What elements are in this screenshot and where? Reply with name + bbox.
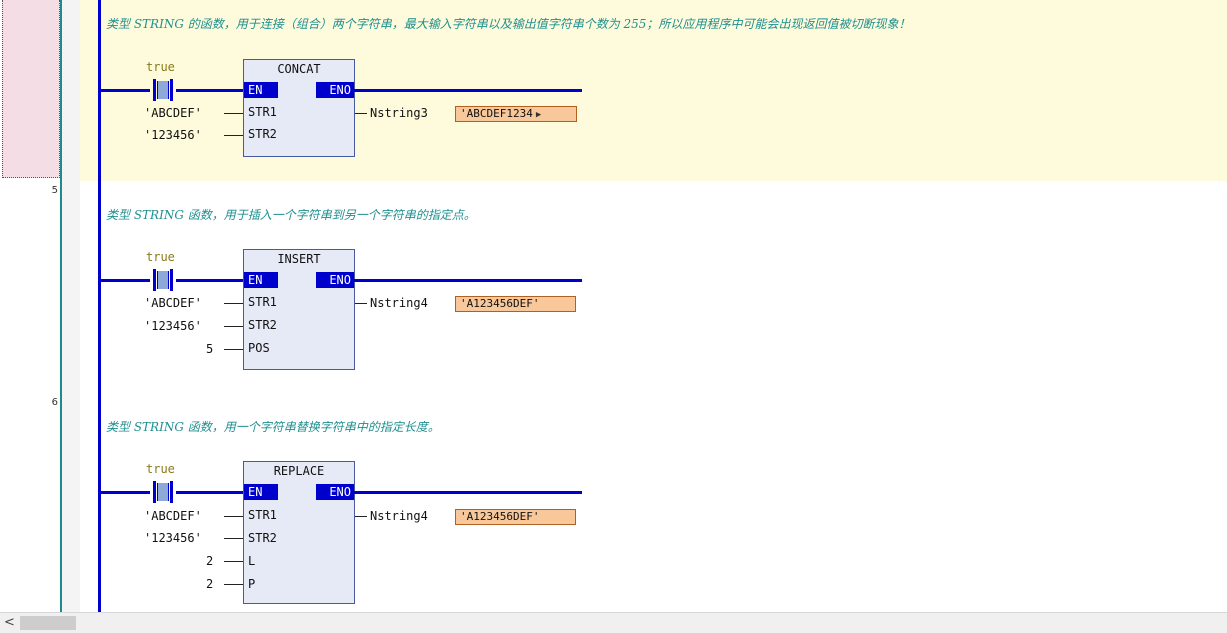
input-pin: STR2 <box>248 531 277 545</box>
power-wire <box>100 89 150 92</box>
online-value: 'ABCDEF1234 <box>460 107 533 120</box>
pin-line <box>224 538 243 539</box>
selected-network-marker[interactable] <box>2 0 60 178</box>
network-number-5: 5 <box>51 185 58 196</box>
function-block-concat[interactable]: CONCAT EN ENO STR1 STR2 <box>243 59 355 157</box>
output-line <box>355 113 367 114</box>
contact-label: true <box>146 250 175 264</box>
pin-line <box>224 516 243 517</box>
input-pin: STR2 <box>248 127 277 141</box>
input-value[interactable]: '123456' <box>144 319 202 333</box>
network-comment: 类型 STRING 函数，用于插入一个字符串到另一个字符串的指定点。 <box>106 208 476 222</box>
input-pin: STR1 <box>248 508 277 522</box>
output-variable[interactable]: Nstring4 <box>370 509 428 523</box>
eno-pin: ENO <box>316 484 354 500</box>
gutter-margin <box>62 0 80 612</box>
online-value: 'A123456DEF' <box>460 510 540 523</box>
input-pin: STR1 <box>248 105 277 119</box>
eno-pin: ENO <box>316 82 354 98</box>
eno-wire <box>354 491 582 494</box>
scrollbar-thumb[interactable] <box>20 616 76 630</box>
network-number-4: 4 <box>40 0 58 3</box>
contact[interactable] <box>150 79 176 101</box>
network-comment: 类型 STRING 的函数，用于连接（组合）两个字符串，最大输入字符串以及输出值… <box>106 17 911 31</box>
network-number-6: 6 <box>51 397 58 408</box>
en-pin: EN <box>244 82 278 98</box>
pin-line <box>224 561 243 562</box>
pin-line <box>224 135 243 136</box>
input-value[interactable]: 'ABCDEF' <box>144 106 202 120</box>
en-wire <box>176 89 244 92</box>
output-line <box>355 516 367 517</box>
power-wire <box>100 491 150 494</box>
expand-arrow-icon[interactable]: ▶ <box>536 108 541 122</box>
output-variable[interactable]: Nstring3 <box>370 106 428 120</box>
pin-line <box>224 326 243 327</box>
contact-label: true <box>146 60 175 74</box>
en-wire <box>176 279 244 282</box>
input-value[interactable]: '123456' <box>144 531 202 545</box>
function-block-replace[interactable]: REPLACE EN ENO STR1 STR2 L P <box>243 461 355 604</box>
pin-line <box>224 349 243 350</box>
function-block-insert[interactable]: INSERT EN ENO STR1 STR2 POS <box>243 249 355 370</box>
scroll-left-icon[interactable]: < <box>4 615 18 631</box>
en-pin: EN <box>244 484 278 500</box>
eno-pin: ENO <box>316 272 354 288</box>
input-pin: POS <box>248 341 270 355</box>
input-pin: P <box>248 577 256 591</box>
block-name: REPLACE <box>273 464 325 478</box>
online-value-box[interactable]: 'ABCDEF1234 ▶ <box>455 106 577 122</box>
en-wire <box>176 491 244 494</box>
online-value-box[interactable]: 'A123456DEF' <box>455 296 576 312</box>
pin-line <box>224 113 243 114</box>
output-variable[interactable]: Nstring4 <box>370 296 428 310</box>
horizontal-scrollbar[interactable]: < <box>0 612 1227 633</box>
online-value-box[interactable]: 'A123456DEF' <box>455 509 576 525</box>
output-line <box>355 303 367 304</box>
input-value[interactable]: 5 <box>206 342 213 356</box>
input-value[interactable]: 2 <box>206 554 213 568</box>
block-name: CONCAT <box>277 62 321 76</box>
eno-wire <box>354 89 582 92</box>
input-value[interactable]: '123456' <box>144 128 202 142</box>
contact[interactable] <box>150 269 176 291</box>
input-pin: STR2 <box>248 318 277 332</box>
en-pin: EN <box>244 272 278 288</box>
online-value: 'A123456DEF' <box>460 297 540 310</box>
contact[interactable] <box>150 481 176 503</box>
input-value[interactable]: 2 <box>206 577 213 591</box>
input-value[interactable]: 'ABCDEF' <box>144 509 202 523</box>
input-pin: L <box>248 554 256 568</box>
network-comment: 类型 STRING 函数，用一个字符串替换字符串中的指定长度。 <box>106 420 440 434</box>
block-name: INSERT <box>277 252 321 266</box>
contact-label: true <box>146 462 175 476</box>
power-wire <box>100 279 150 282</box>
input-value[interactable]: 'ABCDEF' <box>144 296 202 310</box>
eno-wire <box>354 279 582 282</box>
input-pin: STR1 <box>248 295 277 309</box>
pin-line <box>224 303 243 304</box>
pin-line <box>224 584 243 585</box>
